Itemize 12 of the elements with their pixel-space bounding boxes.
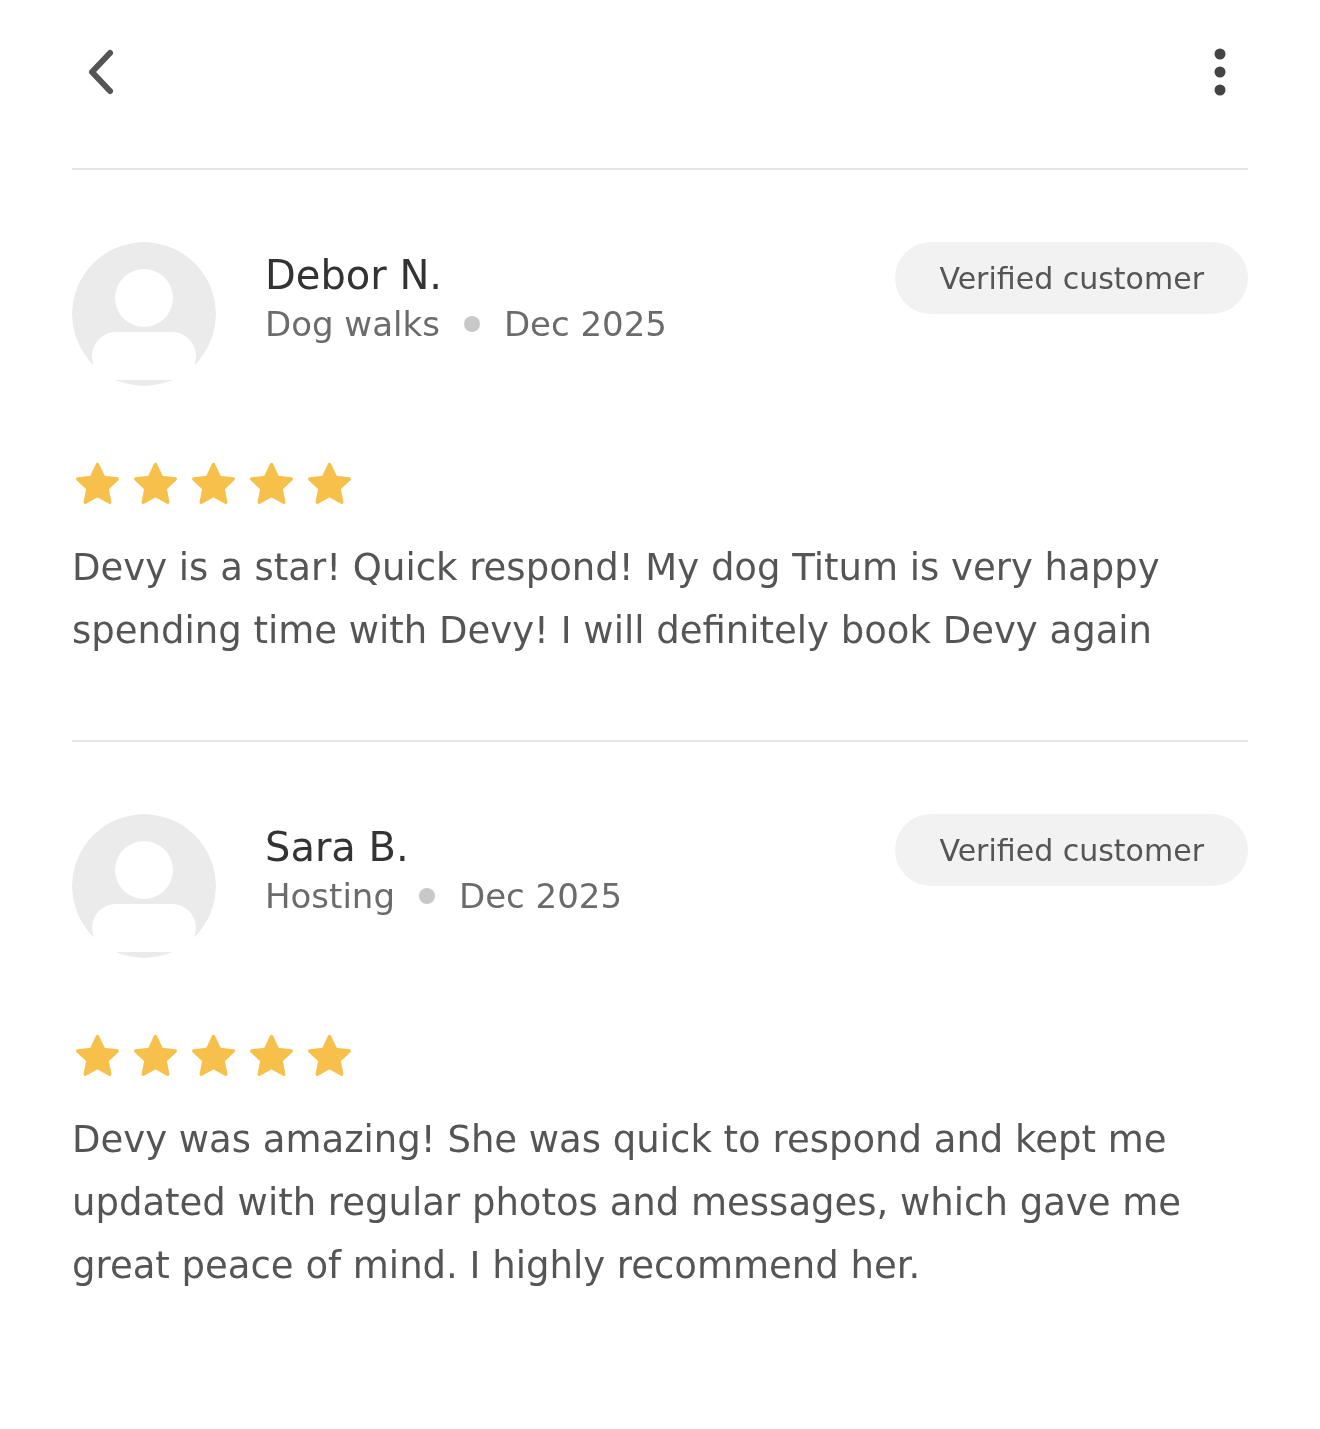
verified-badge: Verified customer: [895, 242, 1248, 314]
reviewer-name: Sara B.: [265, 824, 410, 870]
review-text: Devy was amazing! She was quick to respond and kept me updated with regular photos and messages, which gave me great peace of mind. I highly recommend her.: [72, 1117, 1183, 1289]
reviewer-name: Debor N.: [265, 252, 444, 298]
separator-dot: [419, 888, 435, 904]
review-date: Dec 2025: [459, 876, 623, 916]
service-name: Dog walks: [265, 304, 440, 344]
service-name: Hosting: [265, 876, 395, 916]
separator-dot: [463, 316, 480, 332]
review-text: Devy is a star! Quick respond! My dog Titum is very happy spending time with Devy! I will definitely book Devy again: [72, 545, 1161, 654]
verified-badge: Verified customer: [895, 814, 1248, 886]
review-date: Dec 2025: [503, 304, 667, 344]
